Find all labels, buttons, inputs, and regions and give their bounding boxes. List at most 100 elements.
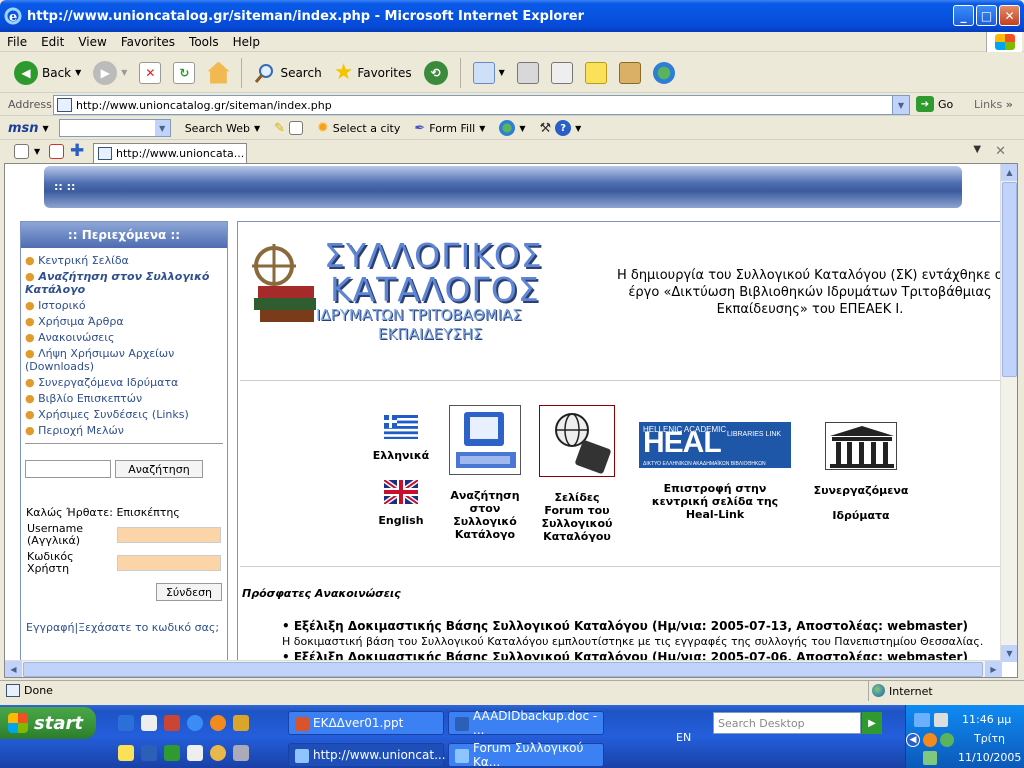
start-button[interactable]: start [0,707,96,739]
desktop-search-go-icon[interactable]: ▶ [862,712,882,734]
msn-search-input[interactable]: ▼ [58,119,171,137]
forward-dropdown-icon[interactable]: ▼ [121,68,127,77]
quick-launch-icon[interactable] [118,715,134,731]
tab-unioncatalog[interactable]: http://www.unioncata... [93,143,247,163]
links-button[interactable]: Links » [974,98,1013,111]
sidebar-search-input[interactable] [25,460,111,478]
minimize-button[interactable]: _ [953,5,974,26]
scroll-up-icon[interactable]: ▲ [1001,164,1017,181]
scroll-down-icon[interactable]: ▼ [1001,645,1017,662]
tray-expand-icon[interactable]: ◀ [906,733,920,747]
quick-launch-icon[interactable] [141,745,157,761]
password-input[interactable] [117,555,221,571]
sidebar-item-links[interactable]: ● Χρήσιμες Συνδέσεις (Links) [25,408,223,421]
sidebar-search-button[interactable]: Αναζήτηση [115,460,203,478]
tab-menu-icon[interactable]: ▼ [973,144,981,159]
new-tab-icon[interactable]: ✚ [70,141,84,161]
tray-icon[interactable] [940,733,954,747]
discuss-button[interactable] [581,60,611,86]
close-tab-icon[interactable]: ✕ [995,144,1006,159]
tray-icon[interactable] [934,713,948,727]
register-link[interactable]: Εγγραφή [26,621,74,634]
quick-tabs-icon[interactable] [14,144,29,159]
window-title-bar[interactable]: e http://www.unioncatalog.gr/siteman/ind… [0,0,1024,32]
msn-messenger-button[interactable]: ▼ [499,120,526,136]
sidebar-item-guestbook[interactable]: ● Βιβλίο Επισκεπτών [25,392,223,405]
tab-list-icon[interactable] [49,144,64,159]
forgot-password-link[interactable]: Ξεχάσατε το κωδικό σας; [78,621,219,634]
sidebar-item-members[interactable]: ● Περιοχή Μελών [25,424,223,437]
mail-button[interactable]: ▼ [469,60,509,86]
home-button[interactable] [203,60,233,86]
msn-dropdown-icon[interactable]: ▼ [43,124,49,133]
maximize-button[interactable]: □ [976,5,997,26]
quick-launch-icon[interactable] [118,745,134,761]
language-indicator[interactable]: EN [676,731,691,744]
menu-view[interactable]: View [71,35,113,49]
forum-link[interactable]: Σελίδες Forum του Συλλογικού Καταλόγου [535,405,619,543]
sidebar-item-announcements[interactable]: ● Ανακοινώσεις [25,331,223,344]
username-input[interactable] [117,527,221,543]
back-dropdown-icon[interactable]: ▼ [75,68,81,77]
heal-link-link[interactable]: HELLENIC ACADEMIC HEAL LIBRARIES LINK ΔΙ… [638,422,792,521]
institutions-link[interactable]: Συνεργαζόμενα Ιδρύματα [806,422,916,522]
tray-icon[interactable] [923,733,937,747]
horizontal-scroll-thumb[interactable] [23,662,983,677]
taskbar-item-ie-forum[interactable]: Forum Συλλογικού Κα... [448,741,604,768]
taskbar-item-doc[interactable]: AAADIDbackup.doc - ... [448,709,604,737]
menu-file[interactable]: File [0,35,34,49]
close-button[interactable]: ✕ [999,5,1020,26]
msn-search-dropdown-icon[interactable]: ▼ [154,120,170,136]
research-button[interactable] [615,60,645,86]
quick-launch-icon[interactable] [164,715,180,731]
quick-launch-icon[interactable] [233,715,249,731]
greek-language-link[interactable]: Ελληνικά [368,415,434,462]
forward-button[interactable]: ▶ ▼ [89,59,131,87]
sidebar-item-downloads[interactable]: ● Λήψη Χρήσιμων Αρχείων (Downloads) [25,347,223,373]
sidebar-item-home[interactable]: ● Κεντρική Σελίδα [25,254,223,267]
history-button[interactable]: ⟲ [420,59,452,87]
sidebar-item-history[interactable]: ● Ιστορικό [25,299,223,312]
taskbar-item-ie-unioncatalog[interactable]: http://www.unioncat... [288,743,446,767]
quick-launch-icon[interactable] [187,715,203,731]
refresh-button[interactable]: ↻ [169,60,199,86]
browser-viewport[interactable]: :: :: :: Περιεχόμενα :: ● Κεντρική Σελίδ… [4,163,1018,678]
desktop-search-input[interactable]: Search Desktop [713,712,861,734]
search-button[interactable]: Search [250,60,325,86]
scroll-right-icon[interactable]: ▶ [985,661,1002,677]
quick-launch-icon[interactable] [233,745,249,761]
msn-help-button[interactable]: ⚒? ▼ [540,120,581,136]
sidebar-item-search-catalog[interactable]: ● Αναζήτηση στον Συλλογικό Κατάλογο [25,270,223,296]
search-web-button[interactable]: Search Web ▼ [185,122,260,135]
select-city-button[interactable]: ✹ Select a city [317,120,400,136]
vertical-scroll-thumb[interactable] [1002,182,1017,377]
login-button[interactable]: Σύνδεση [156,583,222,601]
edit-button[interactable] [547,60,577,86]
go-button[interactable]: ➔ Go [916,96,953,112]
address-input[interactable]: http://www.unioncatalog.gr/siteman/index… [53,95,910,115]
highlight-button[interactable]: ✎ [274,121,304,136]
form-fill-button[interactable]: ✒ Form Fill ▼ [414,121,485,136]
menu-edit[interactable]: Edit [34,35,71,49]
sidebar-item-articles[interactable]: ● Χρήσιμα Άρθρα [25,315,223,328]
union-catalog-logo[interactable]: ΣΥΛΛΟΓΙΚΟΣ ΚΑΤΑΛΟΓΟΣ ΙΔΡΥΜΑΤΩΝ ΤΡΙΤΟΒΑΘΜ… [248,234,588,346]
sidebar-item-institutions[interactable]: ● Συνεργαζόμενα Ιδρύματα [25,376,223,389]
english-language-link[interactable]: English [368,480,434,527]
msn-logo[interactable]: msn [8,121,39,136]
menu-help[interactable]: Help [226,35,267,49]
quick-launch-icon[interactable] [187,745,203,761]
taskbar-item-ppt[interactable]: ΕΚΔΔver01.ppt [288,711,444,735]
scroll-left-icon[interactable]: ◀ [5,661,22,677]
horizontal-scrollbar[interactable]: ◀ ▶ [5,660,1002,677]
quick-launch-icon[interactable] [164,745,180,761]
quick-launch-icon[interactable] [210,715,226,731]
address-dropdown-icon[interactable]: ▼ [892,96,909,114]
tray-icon[interactable] [923,751,937,765]
vertical-scrollbar[interactable]: ▲ ▼ [1000,164,1017,662]
quick-launch-icon[interactable] [210,745,226,761]
messenger-button[interactable] [649,60,679,86]
news-item[interactable]: • Εξέλιξη Δοκιμαστικής Βάσης Συλλογικού … [282,619,968,633]
quick-launch-icon[interactable] [141,715,157,731]
clock-time[interactable]: 11:46 μμ [962,713,1011,726]
favorites-button[interactable]: ★ Favorites [330,58,416,87]
